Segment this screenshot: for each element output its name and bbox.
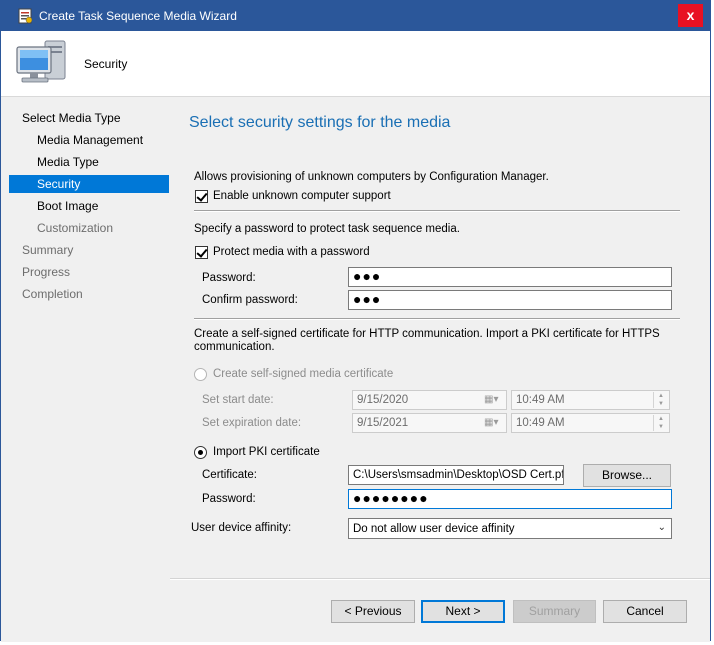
pki-certificate-label[interactable]: Import PKI certificate [213, 446, 320, 458]
certificate-label: Certificate: [202, 469, 257, 481]
wizard-sidebar: Select Media Type Media Management Media… [1, 97, 170, 642]
start-time-value: 10:49 AM [516, 394, 565, 406]
next-button[interactable]: Next > [421, 600, 505, 623]
close-icon: x [686, 7, 695, 23]
browse-button[interactable]: Browse... [583, 464, 671, 487]
window-title: Create Task Sequence Media Wizard [39, 9, 237, 23]
protect-password-label[interactable]: Protect media with a password [213, 246, 370, 258]
certificate-description: Create a self-signed certificate for HTT… [194, 328, 660, 353]
summary-button: Summary [513, 600, 596, 623]
pki-certificate-radio[interactable] [194, 446, 207, 459]
confirm-password-label: Confirm password: [202, 294, 298, 306]
start-date-picker: 9/15/2020 ▦▾ [352, 390, 507, 410]
spinner-icon: ▲ ▼ [653, 415, 668, 431]
start-date-label: Set start date: [202, 394, 274, 406]
nav-item-completion: Completion [22, 287, 83, 301]
wizard-app-icon [18, 8, 33, 24]
password-field[interactable]: ●●● [348, 267, 672, 287]
protect-password-checkbox[interactable] [195, 246, 208, 259]
cancel-button[interactable]: Cancel [603, 600, 687, 623]
confirm-password-field[interactable]: ●●● [348, 290, 672, 310]
nav-item-media-type[interactable]: Media Type [37, 153, 99, 171]
page-heading: Select security settings for the media [189, 114, 451, 131]
nav-item-summary: Summary [22, 243, 74, 257]
close-button[interactable]: x [678, 4, 703, 27]
nav-item-customization: Customization [37, 221, 114, 235]
calendar-dropdown-icon: ▦▾ [484, 394, 499, 405]
wizard-content: Select security settings for the media A… [170, 97, 710, 642]
password-description: Specify a password to protect task seque… [194, 223, 460, 235]
password-label: Password: [202, 272, 256, 284]
footer-divider [170, 578, 710, 580]
start-date-value: 9/15/2020 [357, 394, 409, 406]
unknown-computer-label[interactable]: Enable unknown computer support [213, 190, 391, 202]
previous-button[interactable]: < Previous [331, 600, 415, 623]
start-time-picker: 10:49 AM ▲ ▼ [511, 390, 670, 410]
nav-item-security[interactable]: Security [9, 175, 169, 193]
section-divider [194, 210, 680, 212]
nav-item-media-management[interactable]: Media Management [37, 131, 143, 149]
expiration-time-picker: 10:49 AM ▲ ▼ [511, 413, 670, 433]
spinner-icon: ▲ ▼ [653, 392, 668, 408]
self-signed-label: Create self-signed media certificate [213, 368, 394, 380]
nav-item-progress: Progress [22, 265, 71, 279]
self-signed-radio [194, 368, 207, 381]
chevron-down-icon: ⌄ [657, 522, 666, 533]
certificate-path-field[interactable]: C:\Users\smsadmin\Desktop\OSD Cert.pfx [348, 465, 564, 485]
title-bar[interactable]: Create Task Sequence Media Wizard x [1, 1, 710, 31]
unknown-computer-description: Allows provisioning of unknown computers… [194, 171, 549, 183]
expiration-date-picker: 9/15/2021 ▦▾ [352, 413, 507, 433]
wizard-window: Create Task Sequence Media Wizard x Secu… [0, 0, 711, 642]
computer-monitor-icon [16, 40, 66, 83]
nav-item-boot-image[interactable]: Boot Image [37, 197, 98, 215]
unknown-computer-checkbox[interactable] [195, 190, 208, 203]
expiration-time-value: 10:49 AM [516, 417, 565, 429]
pki-password-label: Password: [202, 493, 256, 505]
pki-password-field[interactable]: ●●●●●●●● [348, 489, 672, 509]
banner-title: Security [84, 57, 128, 71]
expiration-date-value: 9/15/2021 [357, 417, 409, 429]
wizard-banner: Security [1, 31, 710, 97]
user-device-affinity-dropdown[interactable]: Do not allow user device affinity ⌄ [348, 518, 672, 539]
user-device-affinity-label: User device affinity: [191, 522, 292, 534]
expiration-date-label: Set expiration date: [202, 417, 302, 429]
user-device-affinity-value: Do not allow user device affinity [353, 523, 515, 535]
section-divider [194, 318, 680, 320]
calendar-dropdown-icon: ▦▾ [484, 417, 499, 428]
nav-item-select-media-type[interactable]: Select Media Type [22, 109, 121, 127]
